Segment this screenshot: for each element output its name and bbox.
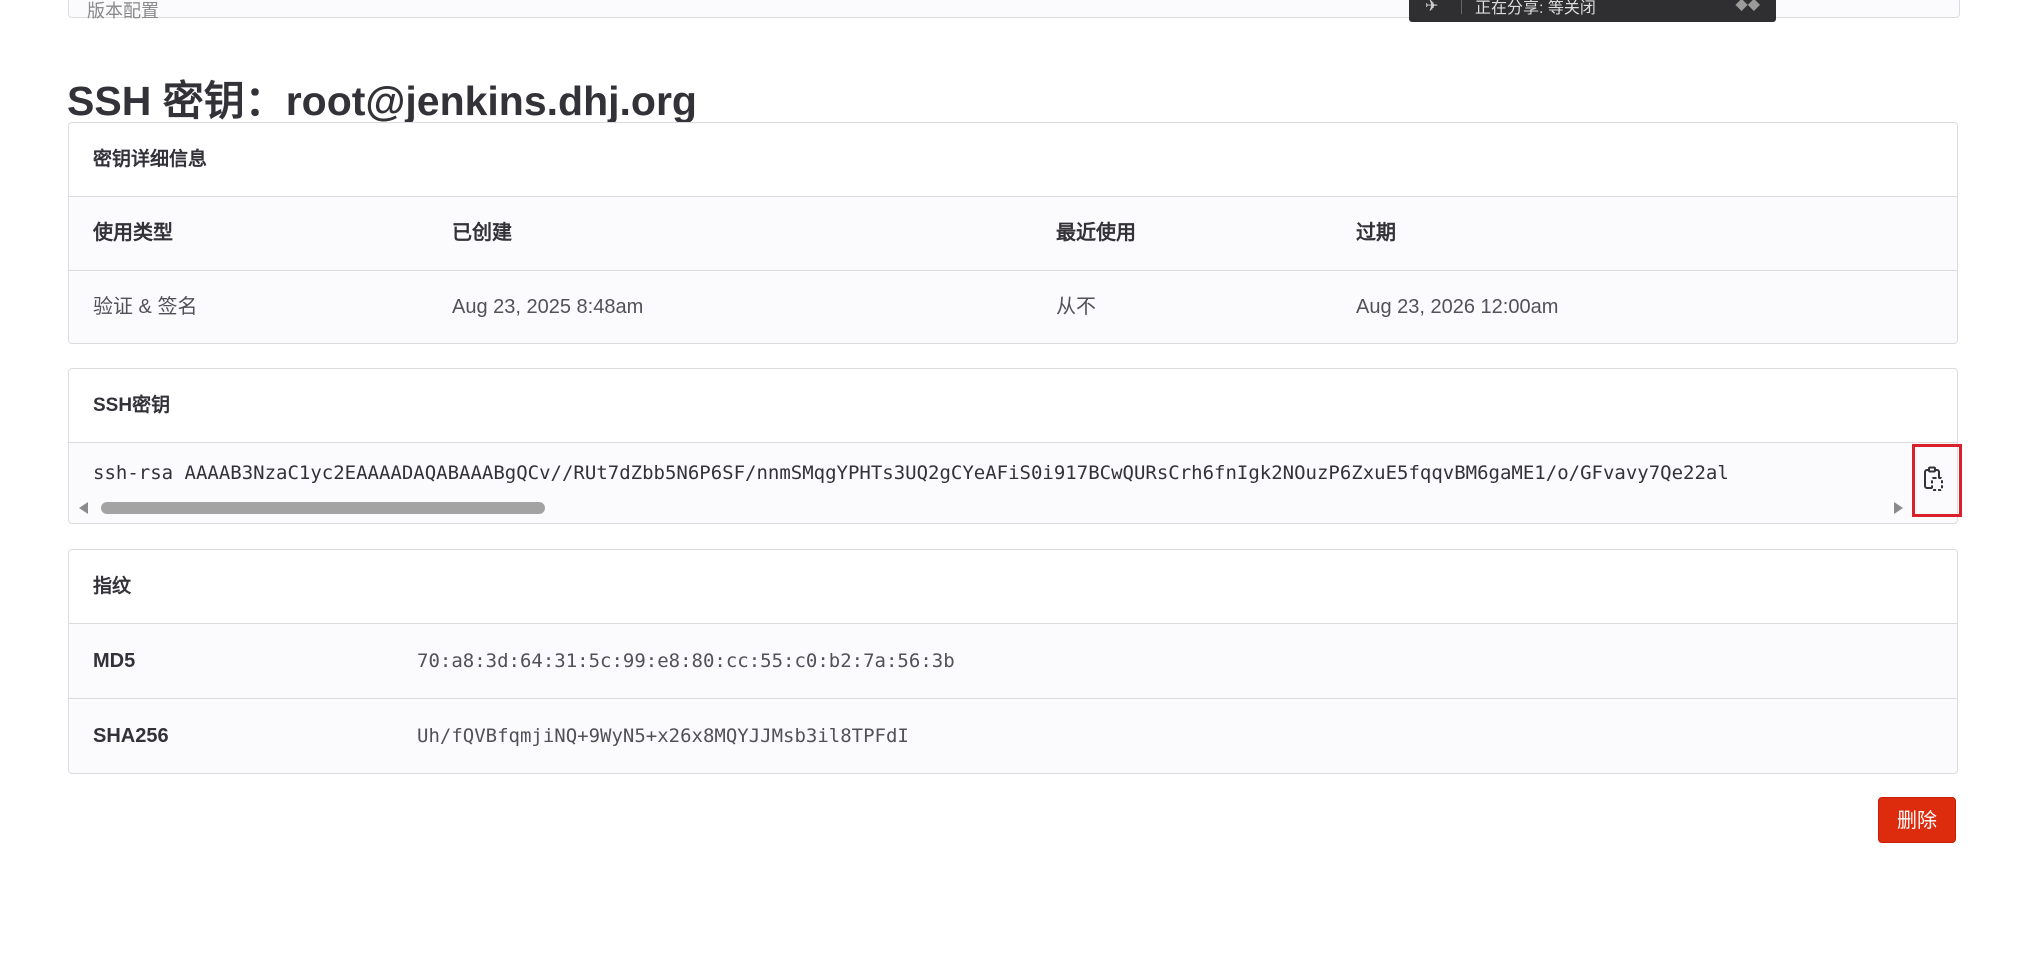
fingerprints-header: 指纹 [69,550,1957,624]
ssh-key-card: SSH密钥 ssh-rsa AAAAB3NzaC1yc2EAAAADAQABAA… [68,368,1958,524]
details-table-row: 验证 & 签名 Aug 23, 2025 8:48am 从不 Aug 23, 2… [69,271,1957,343]
clipboard-copy-icon [1924,466,1943,491]
column-expires: 过期 [1356,222,1396,244]
top-partial-text: 版本配置 [87,1,159,21]
ssh-key-header: SSH密钥 [69,369,1957,443]
fingerprint-label: MD5 [93,650,136,672]
scrollbar-thumb[interactable] [101,502,545,514]
ssh-key-value[interactable]: ssh-rsa AAAAB3NzaC1yc2EAAAADAQABAAABgQCv… [93,453,1905,493]
fingerprint-row-sha256: SHA256 Uh/fQVBfqmjiNQ+9WyN5+x26x8MQYJJMs… [69,699,1957,773]
column-created: 已创建 [452,222,512,244]
sharing-status-text: 正在分享: 等关闭 [1475,0,1596,17]
share-icon: ✈ [1425,0,1439,15]
scroll-left-arrow-icon[interactable] [79,502,88,514]
details-table-head: 使用类型 已创建 最近使用 过期 [69,197,1957,271]
toolbar-controls-icon[interactable]: ◆◆ [1735,0,1760,14]
fingerprint-row-md5: MD5 70:a8:3d:64:31:5c:99:e8:80:cc:55:c0:… [69,624,1957,699]
usage-type-value: 验证 & 签名 [93,296,198,318]
key-details-header: 密钥详细信息 [69,123,1957,197]
expires-value: Aug 23, 2026 12:00am [1356,296,1559,318]
column-usage-type: 使用类型 [93,222,173,244]
scroll-right-arrow-icon[interactable] [1894,502,1903,514]
last-used-value: 从不 [1056,296,1096,318]
key-details-card: 密钥详细信息 使用类型 已创建 最近使用 过期 验证 & 签名 Aug 23, … [68,122,1958,344]
delete-button[interactable]: 删除 [1878,797,1956,843]
fingerprint-value: Uh/fQVBfqmjiNQ+9WyN5+x26x8MQYJJMsb3il8TP… [417,725,909,747]
created-value: Aug 23, 2025 8:48am [452,296,644,318]
sharing-toolbar: ✈ 正在分享: 等关闭 ◆◆ [1409,0,1776,22]
fingerprint-value: 70:a8:3d:64:31:5c:99:e8:80:cc:55:c0:b2:7… [417,650,955,672]
page-title: SSH 密钥：root@jenkins.dhj.org [67,78,697,125]
horizontal-scrollbar[interactable] [77,500,1905,516]
copy-key-button[interactable] [1911,443,1957,515]
fingerprints-card: 指纹 MD5 70:a8:3d:64:31:5c:99:e8:80:cc:55:… [68,549,1958,774]
toolbar-separator [1461,0,1462,14]
fingerprint-label: SHA256 [93,725,169,747]
ssh-key-content: ssh-rsa AAAAB3NzaC1yc2EAAAADAQABAAABgQCv… [69,443,1957,523]
column-last-used: 最近使用 [1056,222,1136,244]
